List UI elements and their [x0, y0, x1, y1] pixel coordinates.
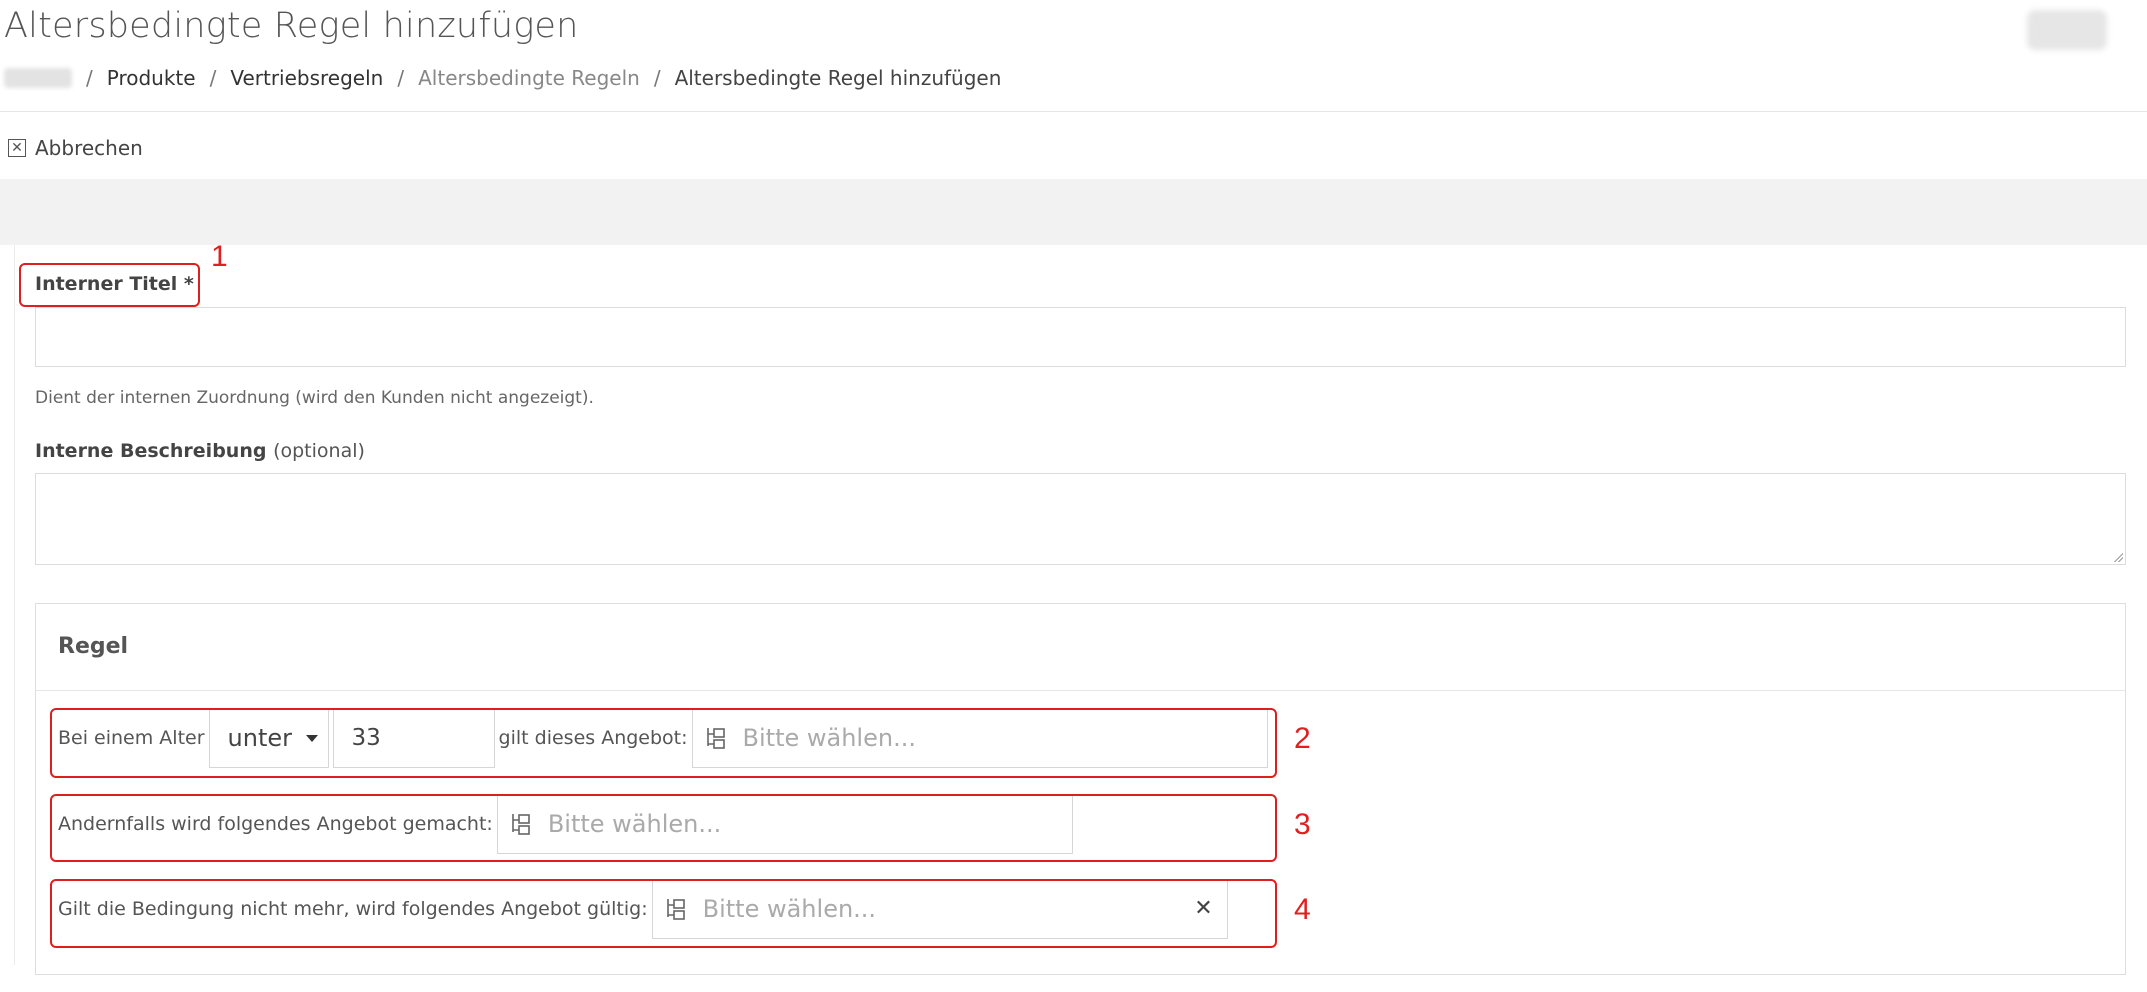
required-mark: * [183, 273, 194, 295]
breadcrumb-home-blurred[interactable] [4, 68, 72, 88]
offer-placeholder: Bitte wählen... [742, 724, 916, 752]
age-input[interactable]: 33 [332, 708, 495, 768]
description-textarea[interactable] [35, 473, 2126, 565]
close-box-icon: ✕ [8, 139, 26, 157]
resize-handle-icon[interactable] [2113, 552, 2123, 562]
page-title: Altersbedingte Regel hinzufügen [4, 6, 579, 46]
breadcrumb: / Produkte / Vertriebsregeln / Altersbed… [4, 66, 1001, 90]
rule-row-expired: Gilt die Bedingung nicht mehr, wird folg… [58, 879, 1228, 939]
title-input[interactable] [35, 307, 2126, 367]
rule-row-otherwise: Andernfalls wird folgendes Angebot gemac… [58, 794, 1073, 854]
otherwise-prefix-text: Andernfalls wird folgendes Angebot gemac… [58, 813, 493, 835]
title-help-text: Dient der internen Zuordnung (wird den K… [35, 388, 594, 408]
cancel-button[interactable]: ✕ Abbrechen [8, 136, 143, 160]
caret-down-icon [305, 734, 318, 742]
expired-placeholder: Bitte wählen... [702, 895, 877, 923]
section-band [0, 179, 2147, 245]
offer-picker-primary[interactable]: Bitte wählen... [691, 708, 1268, 768]
comparison-select[interactable]: unter [208, 708, 329, 768]
description-label: Interne Beschreibung (optional) [35, 440, 365, 462]
breadcrumb-produkte[interactable]: Produkte [107, 66, 196, 90]
rule-heading: Regel [58, 634, 129, 659]
rule-panel: Regel Bei einem Alter unter 33 gilt dies… [35, 603, 2126, 975]
annotation-number-2: 2 [1294, 722, 1311, 755]
description-label-text: Interne Beschreibung [35, 440, 267, 462]
breadcrumb-separator: / [86, 66, 93, 90]
annotation-number-4: 4 [1294, 893, 1311, 926]
age-value: 33 [351, 725, 381, 751]
rule-row-age: Bei einem Alter unter 33 gilt dieses Ang… [58, 708, 1268, 768]
title-label: Interner Titel * [35, 273, 194, 295]
annotation-number-3: 3 [1294, 808, 1311, 841]
user-avatar[interactable] [2027, 10, 2107, 50]
breadcrumb-altersbedingte-regeln[interactable]: Altersbedingte Regeln [418, 66, 640, 90]
annotation-number-1: 1 [211, 240, 228, 273]
tree-structure-icon [705, 726, 727, 750]
breadcrumb-vertriebsregeln[interactable]: Vertriebsregeln [230, 66, 383, 90]
offer-picker-expired[interactable]: Bitte wählen... ✕ [651, 879, 1228, 939]
comparison-value: unter [227, 724, 292, 752]
title-label-text: Interner Titel [35, 273, 178, 295]
form-area: Interner Titel * Dient der internen Zuor… [14, 245, 2133, 975]
breadcrumb-current: Altersbedingte Regel hinzufügen [674, 66, 1002, 90]
breadcrumb-separator: / [397, 66, 405, 90]
tree-structure-icon [510, 812, 532, 836]
expired-prefix-text: Gilt die Bedingung nicht mehr, wird folg… [58, 898, 648, 920]
page-header: Altersbedingte Regel hinzufügen / Produk… [0, 0, 2147, 112]
otherwise-placeholder: Bitte wählen... [547, 810, 722, 838]
breadcrumb-separator: / [209, 66, 217, 90]
offer-middle-text: gilt dieses Angebot: [498, 727, 688, 749]
rule-panel-header: Regel [36, 604, 2125, 691]
toolbar: ✕ Abbrechen [0, 112, 2147, 179]
clear-selection-icon[interactable]: ✕ [1194, 896, 1212, 921]
optional-hint: (optional) [273, 440, 365, 462]
breadcrumb-separator: / [653, 66, 661, 90]
cancel-label: Abbrechen [35, 136, 143, 160]
tree-structure-icon [665, 897, 687, 921]
age-prefix-text: Bei einem Alter [58, 727, 205, 749]
offer-picker-otherwise[interactable]: Bitte wählen... [496, 794, 1073, 854]
